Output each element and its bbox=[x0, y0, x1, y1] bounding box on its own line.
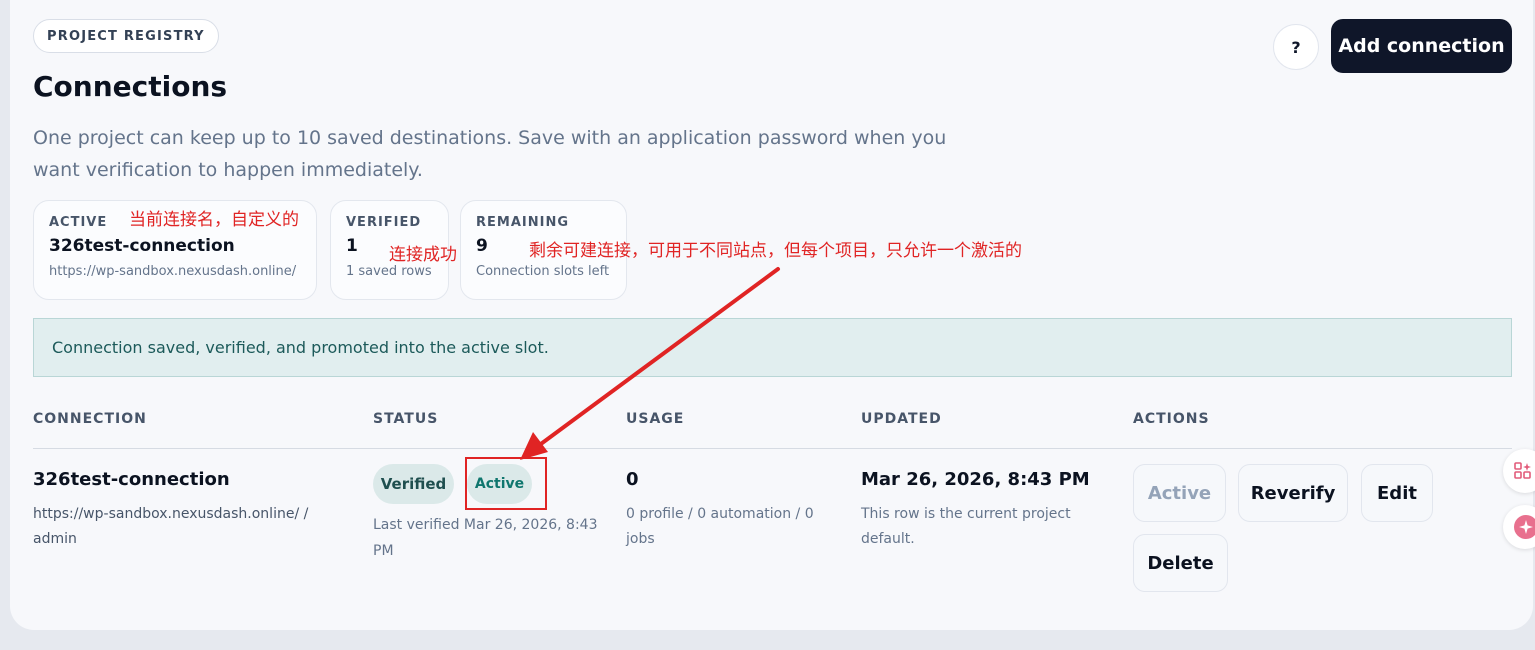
annotation-active: 当前连接名，自定义的 bbox=[129, 210, 299, 230]
col-header-status: STATUS bbox=[373, 411, 439, 427]
stat-label: VERIFIED bbox=[346, 215, 422, 230]
status-badge-verified: Verified bbox=[373, 464, 454, 504]
add-connection-button[interactable]: Add connection bbox=[1331, 19, 1512, 73]
col-header-updated: UPDATED bbox=[861, 411, 942, 427]
col-header-actions: ACTIONS bbox=[1133, 411, 1210, 427]
sparkle-icon bbox=[1514, 515, 1535, 539]
updated-date: Mar 26, 2026, 8:43 PM bbox=[861, 469, 1090, 490]
col-header-usage: USAGE bbox=[626, 411, 685, 427]
reverify-button[interactable]: Reverify bbox=[1238, 464, 1348, 522]
page-title: Connections bbox=[33, 70, 228, 103]
connection-url: https://wp-sandbox.nexusdash.online/ / a… bbox=[33, 506, 309, 547]
stat-sub: https://wp-sandbox.nexusdash.online/ bbox=[49, 264, 297, 279]
success-banner: Connection saved, verified, and promoted… bbox=[33, 318, 1512, 377]
stat-sub: 1 saved rows bbox=[346, 264, 432, 279]
active-button[interactable]: Active bbox=[1133, 464, 1226, 522]
help-icon: ? bbox=[1291, 37, 1301, 57]
connection-name: 326test-connection bbox=[33, 469, 230, 490]
updated-note: This row is the current project default. bbox=[861, 506, 1071, 547]
section-tag: PROJECT REGISTRY bbox=[33, 19, 219, 53]
edit-button[interactable]: Edit bbox=[1361, 464, 1433, 522]
usage-count: 0 bbox=[626, 469, 639, 490]
annotation-remaining: 剩余可建连接，可用于不同站点，但每个项目，只允许一个激活的 bbox=[529, 241, 1022, 261]
stat-label: REMAINING bbox=[476, 215, 569, 230]
delete-button[interactable]: Delete bbox=[1133, 534, 1228, 592]
annotation-highlight-box bbox=[465, 457, 547, 510]
page-description: One project can keep up to 10 saved dest… bbox=[33, 127, 947, 181]
annotation-verified: 连接成功 bbox=[389, 245, 457, 265]
last-verified-text: Last verified Mar 26, 2026, 8:43 PM bbox=[373, 517, 598, 559]
stat-sub: Connection slots left bbox=[476, 264, 610, 279]
grid-icon bbox=[1514, 462, 1531, 479]
col-header-connection: CONNECTION bbox=[33, 411, 147, 427]
table-divider bbox=[33, 448, 1512, 449]
usage-detail: 0 profile / 0 automation / 0 jobs bbox=[626, 506, 814, 547]
stat-value: 326test-connection bbox=[49, 236, 235, 256]
help-button[interactable]: ? bbox=[1273, 24, 1319, 70]
